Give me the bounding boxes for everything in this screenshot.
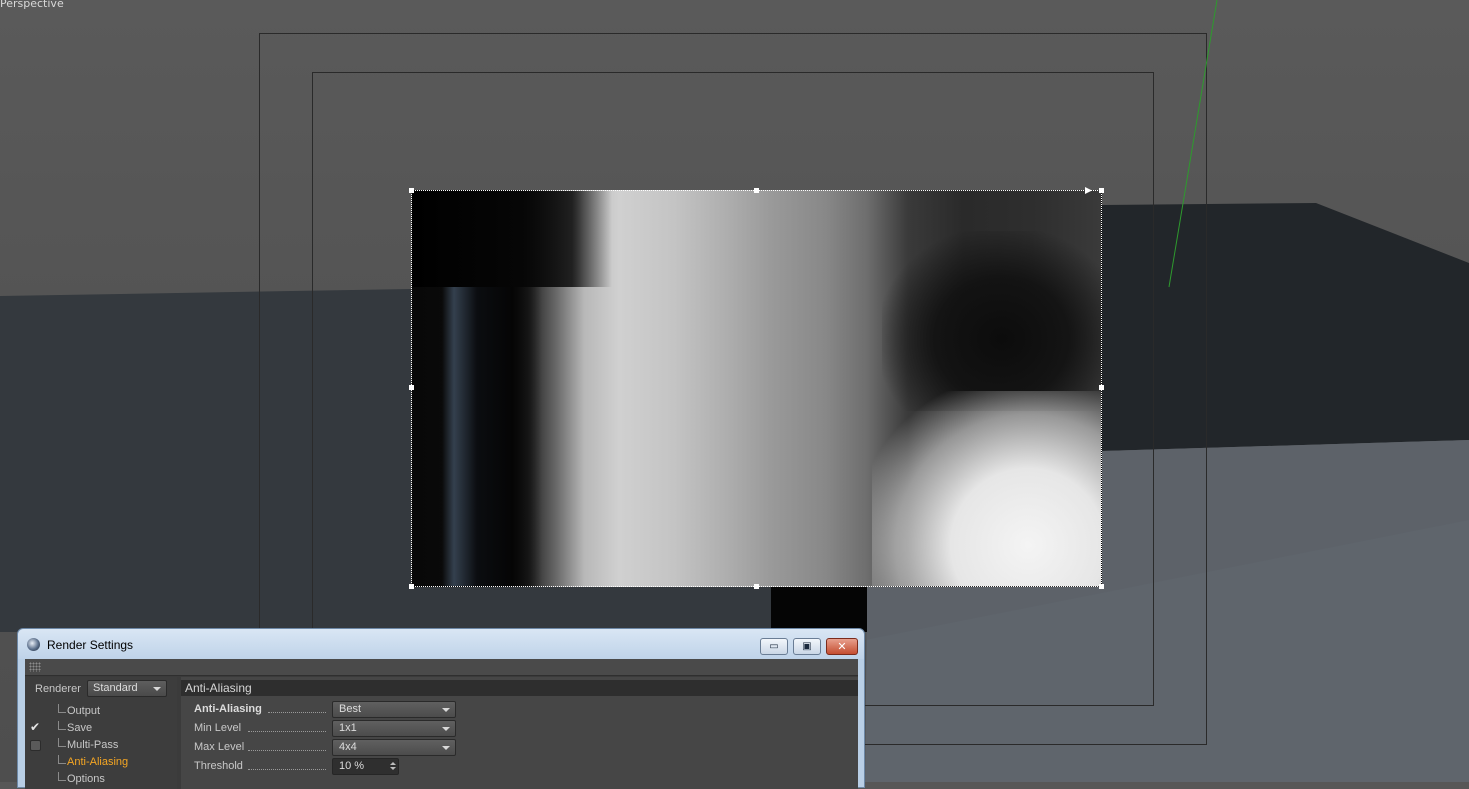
tree-item-output[interactable]: Output — [25, 704, 177, 721]
anti-aliasing-value: Best — [339, 703, 362, 715]
tree-branch — [58, 755, 66, 764]
renderer-label: Renderer — [35, 683, 81, 695]
threshold-label: Threshold — [194, 760, 243, 772]
settings-tree-panel: Renderer Standard Output ✔ Save Multi-Pa… — [25, 677, 177, 789]
tree-item-label: Multi-Pass — [67, 739, 119, 751]
chevron-down-icon — [153, 687, 161, 691]
anti-aliasing-dropdown[interactable]: Best — [332, 701, 456, 718]
max-level-value: 4x4 — [339, 741, 357, 753]
tree-item-anti-aliasing[interactable]: Anti-Aliasing — [25, 755, 177, 772]
dot-leader — [248, 750, 326, 751]
anti-aliasing-row: Anti-Aliasing Best — [194, 701, 514, 718]
dot-leader — [248, 769, 326, 770]
dot-leader — [268, 712, 326, 713]
tree-item-label: Options — [67, 773, 105, 785]
grip-icon[interactable] — [29, 662, 41, 672]
chevron-down-icon — [442, 708, 450, 712]
tree-branch — [58, 738, 66, 747]
tree-branch — [58, 721, 66, 730]
toolbar-strip — [25, 659, 858, 676]
checkmark-icon[interactable]: ✔ — [30, 720, 40, 734]
max-level-dropdown[interactable]: 4x4 — [332, 739, 456, 756]
render-settings-window[interactable]: Render Settings ▭ ▣ ✕ Renderer Standard … — [17, 628, 865, 789]
window-titlebar[interactable]: Render Settings ▭ ▣ ✕ — [18, 629, 864, 659]
close-button[interactable]: ✕ — [826, 638, 858, 655]
min-level-dropdown[interactable]: 1x1 — [332, 720, 456, 737]
section-title: Anti-Aliasing — [181, 680, 858, 696]
threshold-row: Threshold 10 % — [194, 758, 514, 775]
tree-item-save[interactable]: ✔ Save — [25, 720, 177, 738]
anti-aliasing-label: Anti-Aliasing — [194, 703, 262, 715]
tree-item-label: Anti-Aliasing — [67, 756, 129, 768]
threshold-input[interactable]: 10 % — [332, 758, 399, 775]
threshold-value: 10 % — [339, 760, 365, 772]
app-icon — [27, 638, 40, 651]
window-title: Render Settings — [47, 638, 134, 652]
dot-leader — [248, 731, 326, 732]
max-level-row: Max Level 4x4 — [194, 739, 514, 756]
chevron-down-icon — [442, 746, 450, 750]
min-level-value: 1x1 — [339, 722, 357, 734]
max-level-label: Max Level — [194, 741, 245, 753]
tree-item-options[interactable]: Options — [25, 772, 177, 789]
spinner-icon[interactable] — [390, 762, 396, 771]
window-body: Renderer Standard Output ✔ Save Multi-Pa… — [25, 659, 858, 789]
maximize-button[interactable]: ▣ — [793, 638, 821, 655]
min-level-label: Min Level — [194, 722, 242, 734]
renderer-value: Standard — [93, 682, 138, 694]
tree-item-label: Output — [67, 705, 101, 717]
tree-item-multi-pass[interactable]: Multi-Pass — [25, 738, 177, 755]
settings-content-panel: Anti-Aliasing Anti-Aliasing Best Min Lev… — [181, 677, 858, 789]
minimize-button[interactable]: ▭ — [760, 638, 788, 655]
min-level-row: Min Level 1x1 — [194, 720, 514, 737]
multi-pass-checkbox[interactable] — [30, 740, 41, 751]
tree-item-label: Save — [67, 722, 93, 734]
chevron-down-icon — [442, 727, 450, 731]
tree-branch — [58, 704, 66, 713]
renderer-dropdown[interactable]: Standard — [87, 680, 167, 697]
tree-branch — [58, 772, 66, 781]
